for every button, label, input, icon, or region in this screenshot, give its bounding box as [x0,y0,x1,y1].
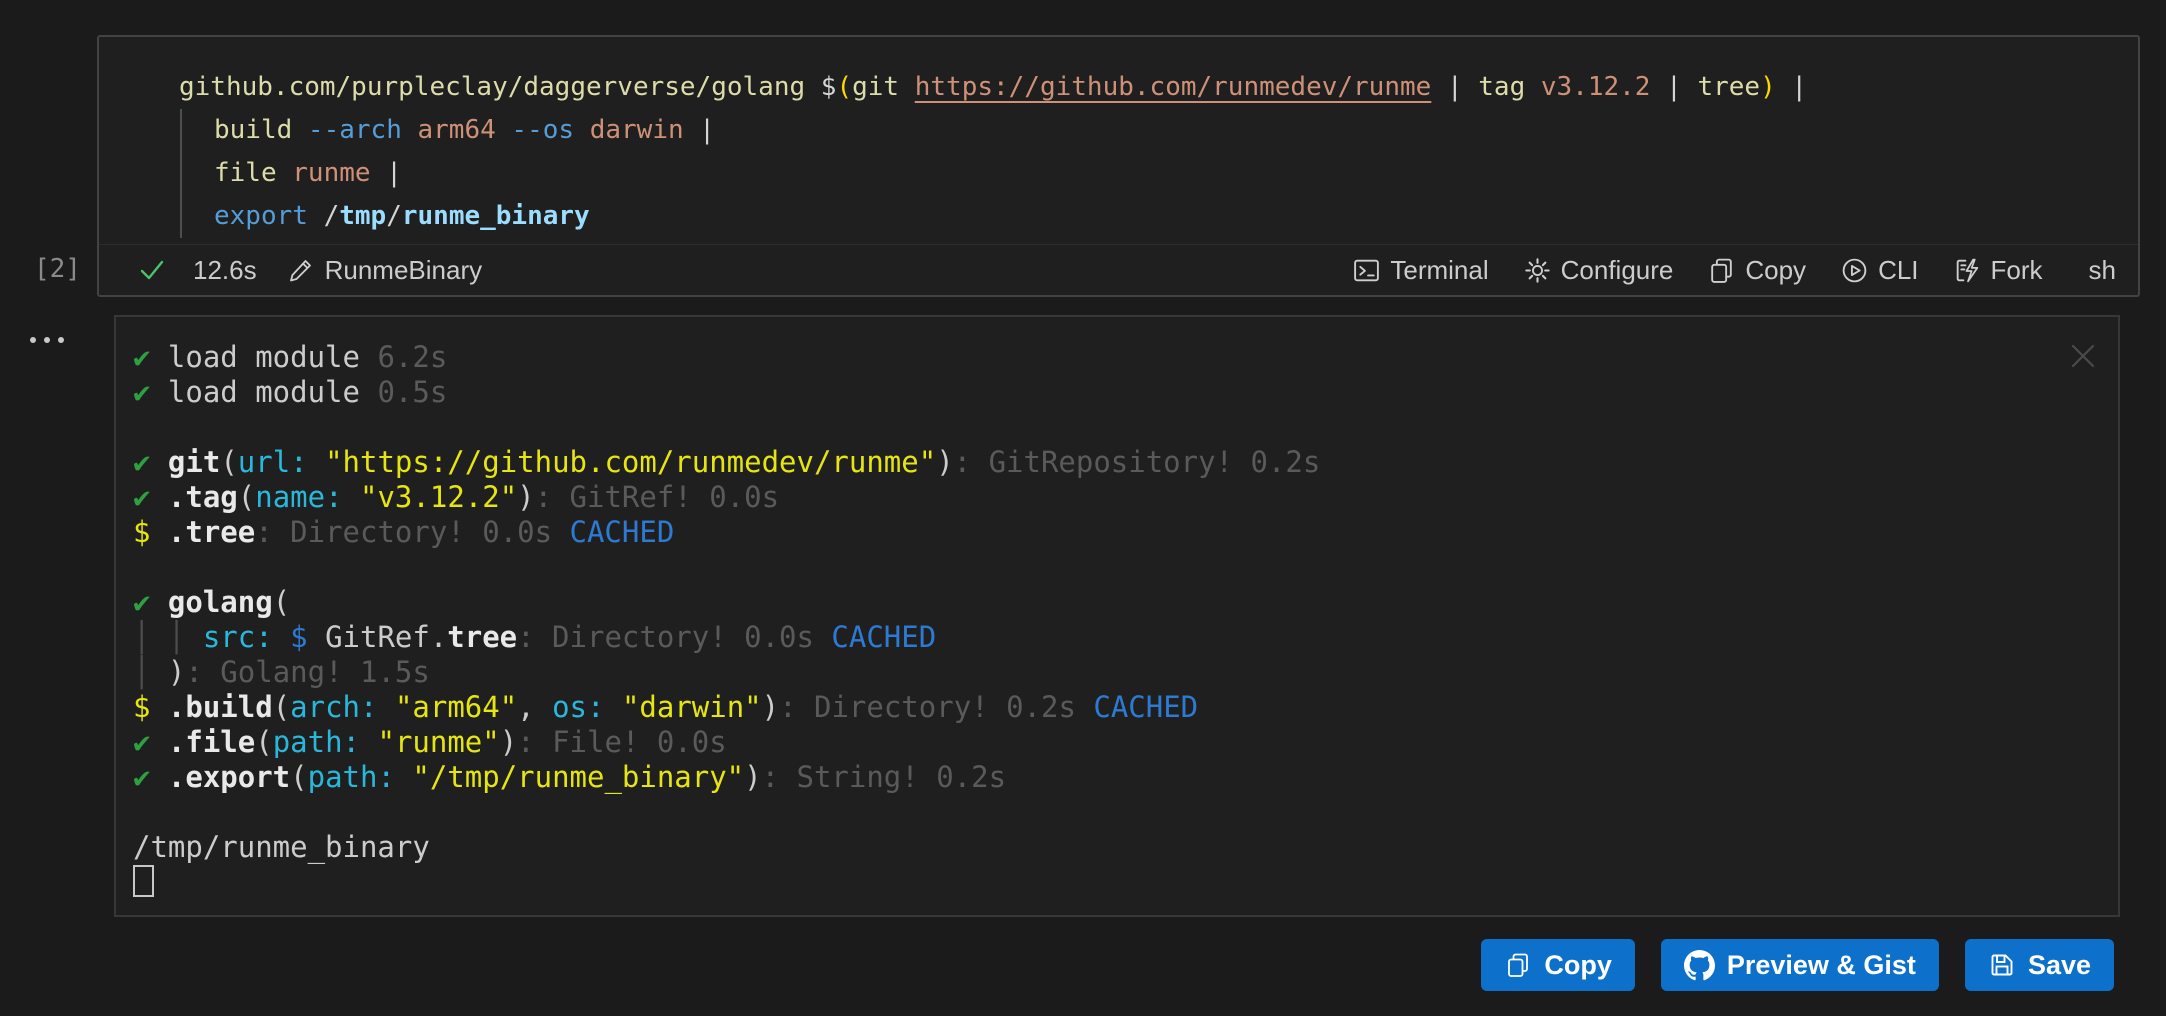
footer-copy-label: Copy [1544,950,1612,981]
notebook-view: [2] github.com/purpleclay/daggerverse/go… [0,0,2166,1016]
code-line: file runme | [179,152,2138,195]
output-panel: ✔ load module 6.2s✔ load module 0.5s ✔ g… [114,315,2120,917]
output-line: ✔ .export(path: "/tmp/runme_binary"): St… [133,760,2118,795]
save-icon [1988,951,2016,979]
cell-name: RunmeBinary [325,255,483,286]
github-icon [1684,950,1715,981]
copy-label: Copy [1745,255,1806,286]
language-indicator[interactable]: sh [2089,255,2116,286]
save-button[interactable]: Save [1965,939,2114,991]
code-link[interactable]: https://github.com/runmedev/runme [915,72,1432,102]
code-line: github.com/purpleclay/daggerverse/golang… [179,66,2138,109]
notebook-cell: github.com/purpleclay/daggerverse/golang… [97,35,2140,297]
success-check-icon [137,255,167,285]
code-editor[interactable]: github.com/purpleclay/daggerverse/golang… [99,37,2138,244]
output-line: ✔ load module 0.5s [133,375,2118,410]
terminal-output: ✔ load module 6.2s✔ load module 0.5s ✔ g… [116,317,2118,900]
output-line: │ ): Golang! 1.5s [133,655,2118,690]
more-actions-icon[interactable] [30,337,64,343]
play-circle-icon [1840,256,1869,285]
preview-gist-button[interactable]: Preview & Gist [1661,939,1939,991]
terminal-button[interactable]: Terminal [1352,255,1488,286]
output-line [133,795,2118,830]
code-line: export /tmp/runme_binary [179,195,2138,238]
output-line: $ .build(arch: "arm64", os: "darwin"): D… [133,690,2118,725]
footer-copy-button[interactable]: Copy [1481,939,1635,991]
execution-count: [2] [34,254,81,284]
output-line: ✔ .file(path: "runme"): File! 0.0s [133,725,2118,760]
cell-name-control[interactable]: RunmeBinary [287,255,483,286]
copy-icon [1707,256,1736,285]
terminal-icon [1352,256,1381,285]
output-line: ✔ golang( [133,585,2118,620]
cell-status-bar: 12.6s RunmeBinary Terminal [99,244,2138,295]
configure-button[interactable]: Configure [1523,255,1674,286]
output-line: $ .tree: Directory! 0.0s CACHED [133,515,2118,550]
pencil-icon [287,256,315,284]
output-line: /tmp/runme_binary [133,830,2118,865]
output-line [133,865,2118,900]
gear-icon [1523,256,1552,285]
output-footer-actions: Copy Preview & Gist Save [1481,939,2114,991]
output-line: ✔ git(url: "https://github.com/runmedev/… [133,445,2118,480]
execution-status: 12.6s [137,255,257,286]
configure-label: Configure [1561,255,1674,286]
code-line: build --arch arm64 --os darwin | [179,109,2138,152]
fork-label: Fork [1991,255,2043,286]
close-icon[interactable] [2070,343,2096,369]
output-line [133,410,2118,445]
fork-icon [1953,256,1982,285]
terminal-label: Terminal [1390,255,1488,286]
preview-gist-label: Preview & Gist [1727,950,1916,981]
execution-duration: 12.6s [193,255,257,286]
output-line: │ │ src: $ GitRef.tree: Directory! 0.0s … [133,620,2118,655]
terminal-cursor [133,865,154,897]
save-label: Save [2028,950,2091,981]
cli-button[interactable]: CLI [1840,255,1918,286]
output-line: ✔ .tag(name: "v3.12.2"): GitRef! 0.0s [133,480,2118,515]
status-actions: Terminal Configure C [1352,255,2116,286]
copy-button[interactable]: Copy [1707,255,1806,286]
fork-button[interactable]: Fork [1953,255,2043,286]
copy-icon [1504,951,1532,979]
output-line: ✔ load module 6.2s [133,340,2118,375]
cli-label: CLI [1878,255,1918,286]
output-line [133,550,2118,585]
